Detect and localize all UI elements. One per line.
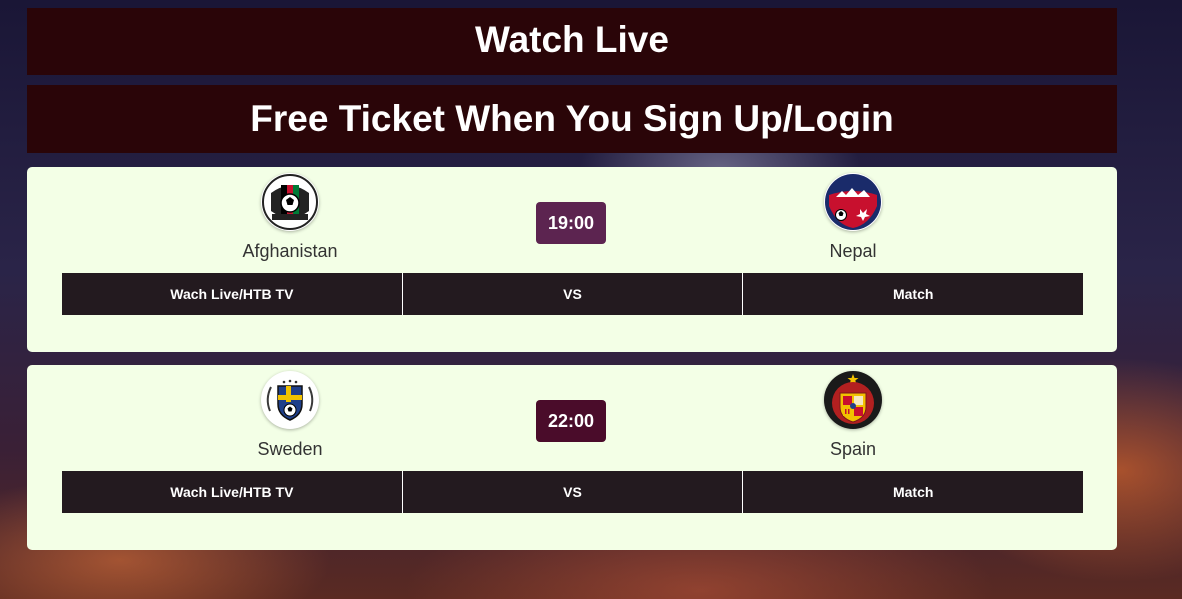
page-content: Watch Live Free Ticket When You Sign Up/… [27, 8, 1117, 550]
match-card: Sweden 22:00 Spain Wach Live/HTB TV VS M… [27, 365, 1117, 550]
match-time[interactable]: 19:00 [536, 202, 606, 244]
watch-live-link[interactable]: Wach Live/HTB TV [62, 471, 403, 513]
match-links-row: Wach Live/HTB TV VS Match [62, 471, 1083, 513]
match-links-row: Wach Live/HTB TV VS Match [62, 273, 1083, 315]
watch-live-banner[interactable]: Watch Live [27, 8, 1117, 75]
vs-link[interactable]: VS [403, 273, 744, 315]
team-name: Nepal [829, 241, 877, 261]
home-team: Sweden [190, 371, 390, 460]
team-name: Afghanistan [242, 241, 338, 261]
match-time[interactable]: 22:00 [536, 400, 606, 442]
match-link[interactable]: Match [743, 273, 1083, 315]
away-team: Nepal [753, 173, 953, 262]
nepal-logo [824, 173, 882, 231]
afghanistan-logo [261, 173, 319, 231]
home-team: Afghanistan [190, 173, 390, 262]
watch-live-link[interactable]: Wach Live/HTB TV [62, 273, 403, 315]
team-name: Spain [829, 439, 877, 459]
free-ticket-banner[interactable]: Free Ticket When You Sign Up/Login [27, 85, 1117, 153]
away-team: Spain [753, 371, 953, 460]
spain-logo [824, 371, 882, 429]
sweden-logo [261, 371, 319, 429]
match-card: Afghanistan 19:00 Nepal Wach Live/HTB TV… [27, 167, 1117, 352]
vs-link[interactable]: VS [403, 471, 744, 513]
match-link[interactable]: Match [743, 471, 1083, 513]
team-name: Sweden [257, 439, 323, 459]
